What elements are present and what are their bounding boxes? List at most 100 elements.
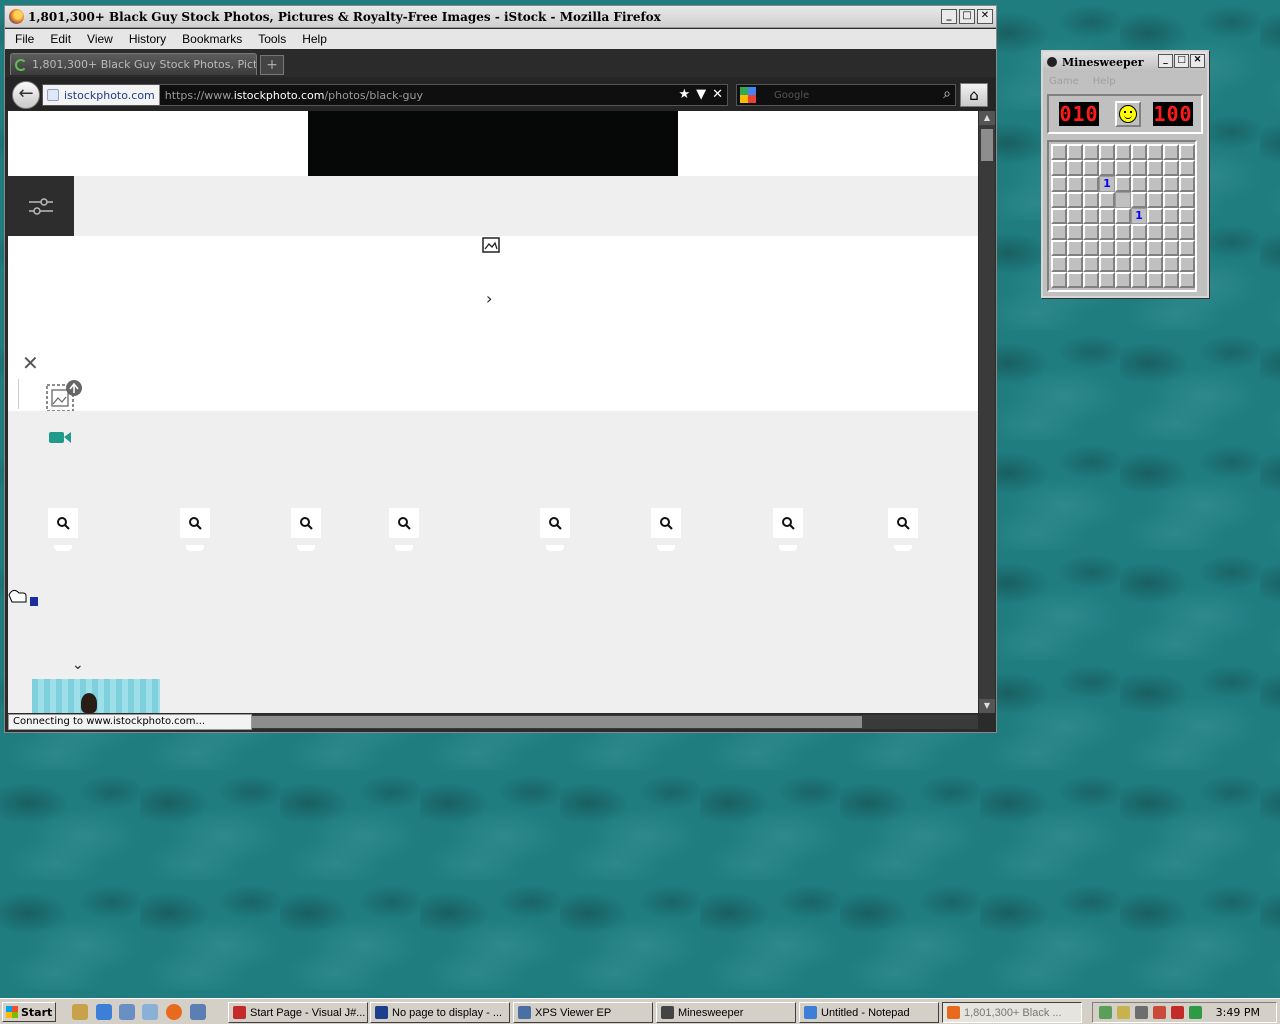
- mine-cell[interactable]: [1179, 272, 1195, 288]
- mine-cell[interactable]: [1131, 224, 1147, 240]
- close-button[interactable]: ✕: [977, 9, 993, 24]
- mine-cell[interactable]: [1051, 256, 1067, 272]
- mine-cell[interactable]: [1083, 224, 1099, 240]
- mine-cell[interactable]: [1099, 240, 1115, 256]
- mine-cell[interactable]: [1115, 240, 1131, 256]
- mine-cell[interactable]: [1147, 160, 1163, 176]
- mine-cell[interactable]: [1179, 176, 1195, 192]
- mine-cell[interactable]: [1179, 240, 1195, 256]
- ms-minimize-button[interactable]: _: [1158, 54, 1173, 68]
- close-icon[interactable]: ✕: [22, 351, 39, 375]
- vertical-scrollbar[interactable]: ▲ ▼: [979, 111, 995, 713]
- mine-cell[interactable]: [1067, 224, 1083, 240]
- mine-cell[interactable]: [1115, 272, 1131, 288]
- mine-cell[interactable]: [1099, 224, 1115, 240]
- ms-menu-game[interactable]: Game: [1049, 76, 1079, 87]
- menu-bookmarks[interactable]: Bookmarks: [182, 32, 242, 46]
- explorer-search-icon[interactable]: [142, 1004, 158, 1020]
- internet-explorer-icon[interactable]: [96, 1004, 112, 1020]
- mine-cell[interactable]: [1179, 144, 1195, 160]
- mine-cell[interactable]: [1115, 208, 1131, 224]
- mine-cell[interactable]: [1163, 240, 1179, 256]
- chevron-down-icon[interactable]: ⌄: [72, 657, 84, 673]
- url-dropdown-icon[interactable]: ▼: [696, 87, 706, 102]
- mine-cell[interactable]: [1131, 160, 1147, 176]
- minesweeper-titlebar[interactable]: Minesweeper _ □ ✕: [1043, 52, 1207, 72]
- ms-maximize-button[interactable]: □: [1174, 54, 1189, 68]
- mine-cell[interactable]: [1083, 256, 1099, 272]
- mine-cell[interactable]: [1131, 192, 1147, 208]
- new-tab-button[interactable]: +: [260, 55, 284, 75]
- mine-cell[interactable]: [1051, 144, 1067, 160]
- show-desktop-icon[interactable]: [72, 1004, 88, 1020]
- chevron-right-icon[interactable]: ›: [486, 289, 492, 308]
- scroll-down-arrow-icon[interactable]: ▼: [979, 699, 995, 713]
- menu-history[interactable]: History: [129, 32, 166, 46]
- mine-cell[interactable]: [1147, 208, 1163, 224]
- menu-tools[interactable]: Tools: [258, 32, 286, 46]
- mine-cell[interactable]: [1083, 272, 1099, 288]
- mine-cell[interactable]: [1115, 256, 1131, 272]
- search-bar[interactable]: Google ⌕: [736, 84, 956, 106]
- mine-cell[interactable]: [1163, 160, 1179, 176]
- search-magnifier-icon[interactable]: ⌕: [943, 86, 951, 102]
- mine-cell[interactable]: [1051, 272, 1067, 288]
- mine-cell[interactable]: [1083, 160, 1099, 176]
- home-button[interactable]: ⌂: [960, 83, 988, 107]
- mine-cell[interactable]: 1: [1099, 176, 1115, 192]
- mine-cell[interactable]: 1: [1131, 208, 1147, 224]
- search-chip[interactable]: [773, 508, 803, 538]
- mine-cell[interactable]: [1083, 144, 1099, 160]
- mine-cell[interactable]: [1051, 208, 1067, 224]
- tab-istock[interactable]: 1,801,300+ Black Guy Stock Photos, Pictu…: [10, 53, 257, 75]
- mine-cell[interactable]: [1147, 192, 1163, 208]
- mine-cell[interactable]: [1179, 208, 1195, 224]
- outlook-icon[interactable]: [119, 1004, 135, 1020]
- google-engine-icon[interactable]: [740, 87, 756, 103]
- mine-cell[interactable]: [1163, 256, 1179, 272]
- task-button[interactable]: No page to display - ...: [370, 1002, 510, 1023]
- mine-cell[interactable]: [1131, 256, 1147, 272]
- mine-cell[interactable]: [1163, 224, 1179, 240]
- url-bar[interactable]: istockphoto.com https://www.istockphoto.…: [42, 84, 728, 106]
- mine-cell[interactable]: [1099, 192, 1115, 208]
- start-button[interactable]: Start: [2, 1002, 56, 1022]
- mine-cell[interactable]: [1131, 144, 1147, 160]
- mine-cell[interactable]: [1083, 176, 1099, 192]
- mine-cell[interactable]: [1051, 240, 1067, 256]
- mine-cell[interactable]: [1099, 160, 1115, 176]
- bookmark-star-icon[interactable]: ★: [678, 87, 690, 102]
- mine-cell[interactable]: [1067, 208, 1083, 224]
- task-button[interactable]: 1,801,300+ Black ...: [942, 1002, 1082, 1023]
- horizontal-scroll-thumb[interactable]: [252, 716, 862, 728]
- mine-cell[interactable]: [1163, 272, 1179, 288]
- search-chip[interactable]: [888, 508, 918, 538]
- filters-button[interactable]: [8, 176, 74, 236]
- menu-file[interactable]: File: [15, 32, 34, 46]
- task-button[interactable]: Untitled - Notepad: [799, 1002, 939, 1023]
- mine-cell[interactable]: [1051, 160, 1067, 176]
- new-game-smiley-button[interactable]: [1115, 101, 1141, 127]
- menu-edit[interactable]: Edit: [50, 32, 71, 46]
- volume-tray-icon[interactable]: [1189, 1006, 1202, 1019]
- mine-cell[interactable]: [1067, 240, 1083, 256]
- mine-cell[interactable]: [1115, 160, 1131, 176]
- mine-cell[interactable]: [1163, 144, 1179, 160]
- mine-cell[interactable]: [1131, 240, 1147, 256]
- mine-cell[interactable]: [1051, 192, 1067, 208]
- mine-cell[interactable]: [1083, 240, 1099, 256]
- search-chip[interactable]: [180, 508, 210, 538]
- mine-cell[interactable]: [1147, 256, 1163, 272]
- mine-cell[interactable]: [1147, 144, 1163, 160]
- mine-cell[interactable]: [1099, 144, 1115, 160]
- mine-cell[interactable]: [1115, 192, 1131, 208]
- menu-view[interactable]: View: [87, 32, 113, 46]
- mine-cell[interactable]: [1147, 272, 1163, 288]
- mine-cell[interactable]: [1147, 240, 1163, 256]
- mine-cell[interactable]: [1099, 272, 1115, 288]
- scroll-up-arrow-icon[interactable]: ▲: [979, 111, 995, 125]
- ms-menu-help[interactable]: Help: [1093, 76, 1116, 87]
- video-camera-icon[interactable]: [48, 429, 72, 448]
- site-identity-button[interactable]: istockphoto.com: [43, 85, 160, 105]
- result-thumbnail[interactable]: [32, 679, 160, 713]
